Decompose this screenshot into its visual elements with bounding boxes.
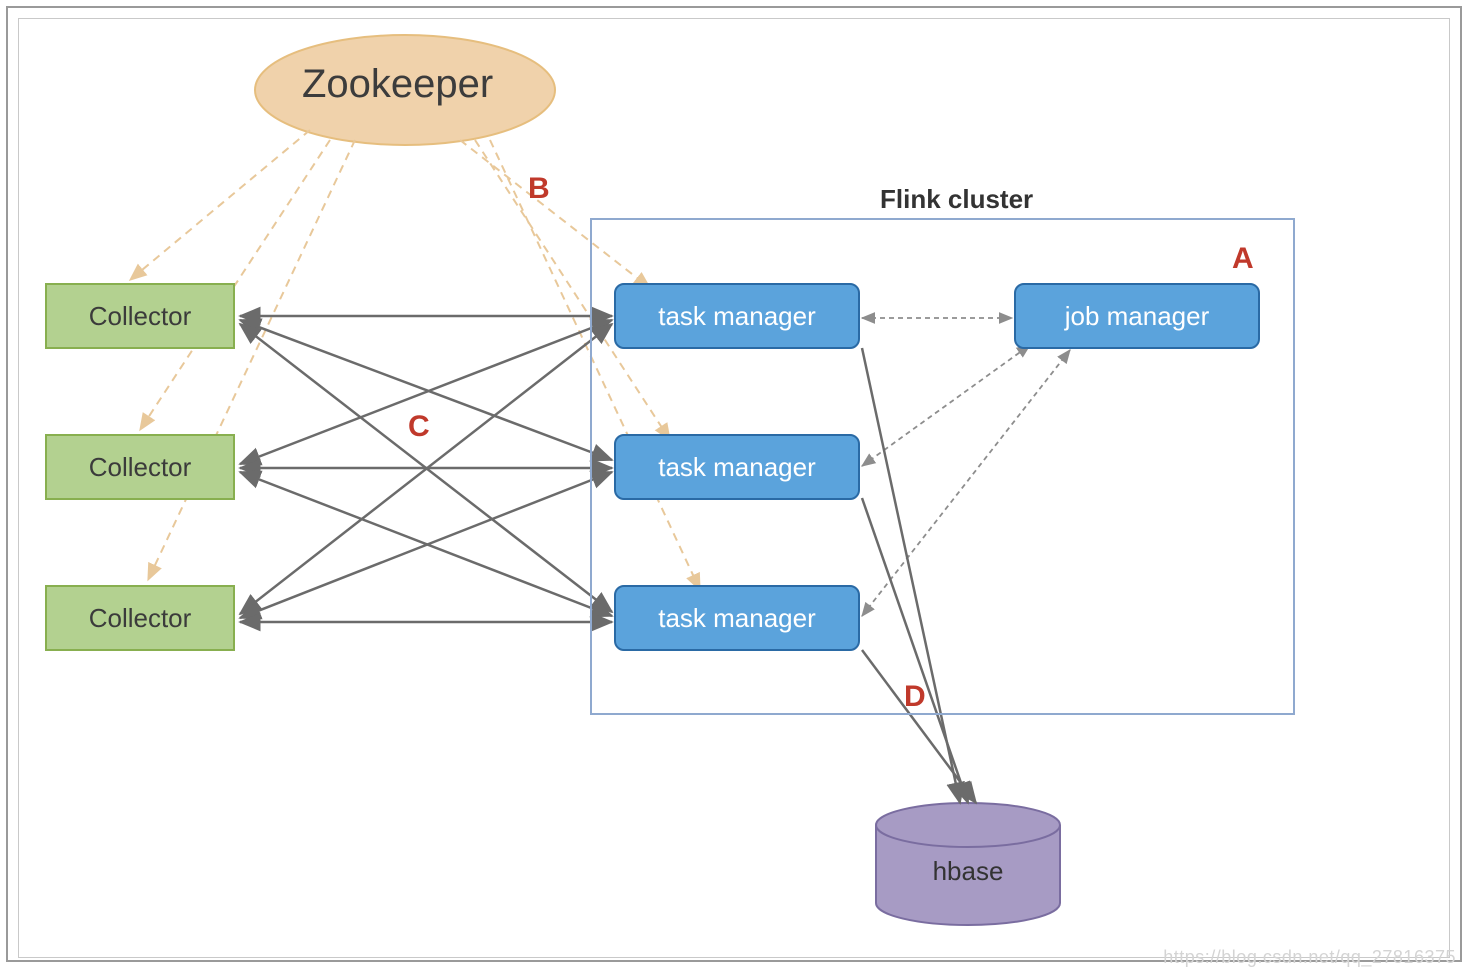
zookeeper-label: Zookeeper — [302, 62, 493, 107]
job-manager-node: job manager — [1014, 283, 1260, 349]
annotation-b: B — [528, 172, 550, 206]
annotation-c: C — [408, 410, 430, 444]
annotation-d: D — [904, 680, 926, 714]
annotation-a: A — [1232, 242, 1254, 276]
collector-node-3: Collector — [45, 585, 235, 651]
flink-cluster-label: Flink cluster — [880, 184, 1033, 215]
collector-node-2: Collector — [45, 434, 235, 500]
watermark-text: https://blog.csdn.net/qq_27816375 — [1163, 947, 1456, 968]
task-manager-node-3: task manager — [614, 585, 860, 651]
task-manager-node-1: task manager — [614, 283, 860, 349]
collector-node-1: Collector — [45, 283, 235, 349]
task-manager-node-2: task manager — [614, 434, 860, 500]
